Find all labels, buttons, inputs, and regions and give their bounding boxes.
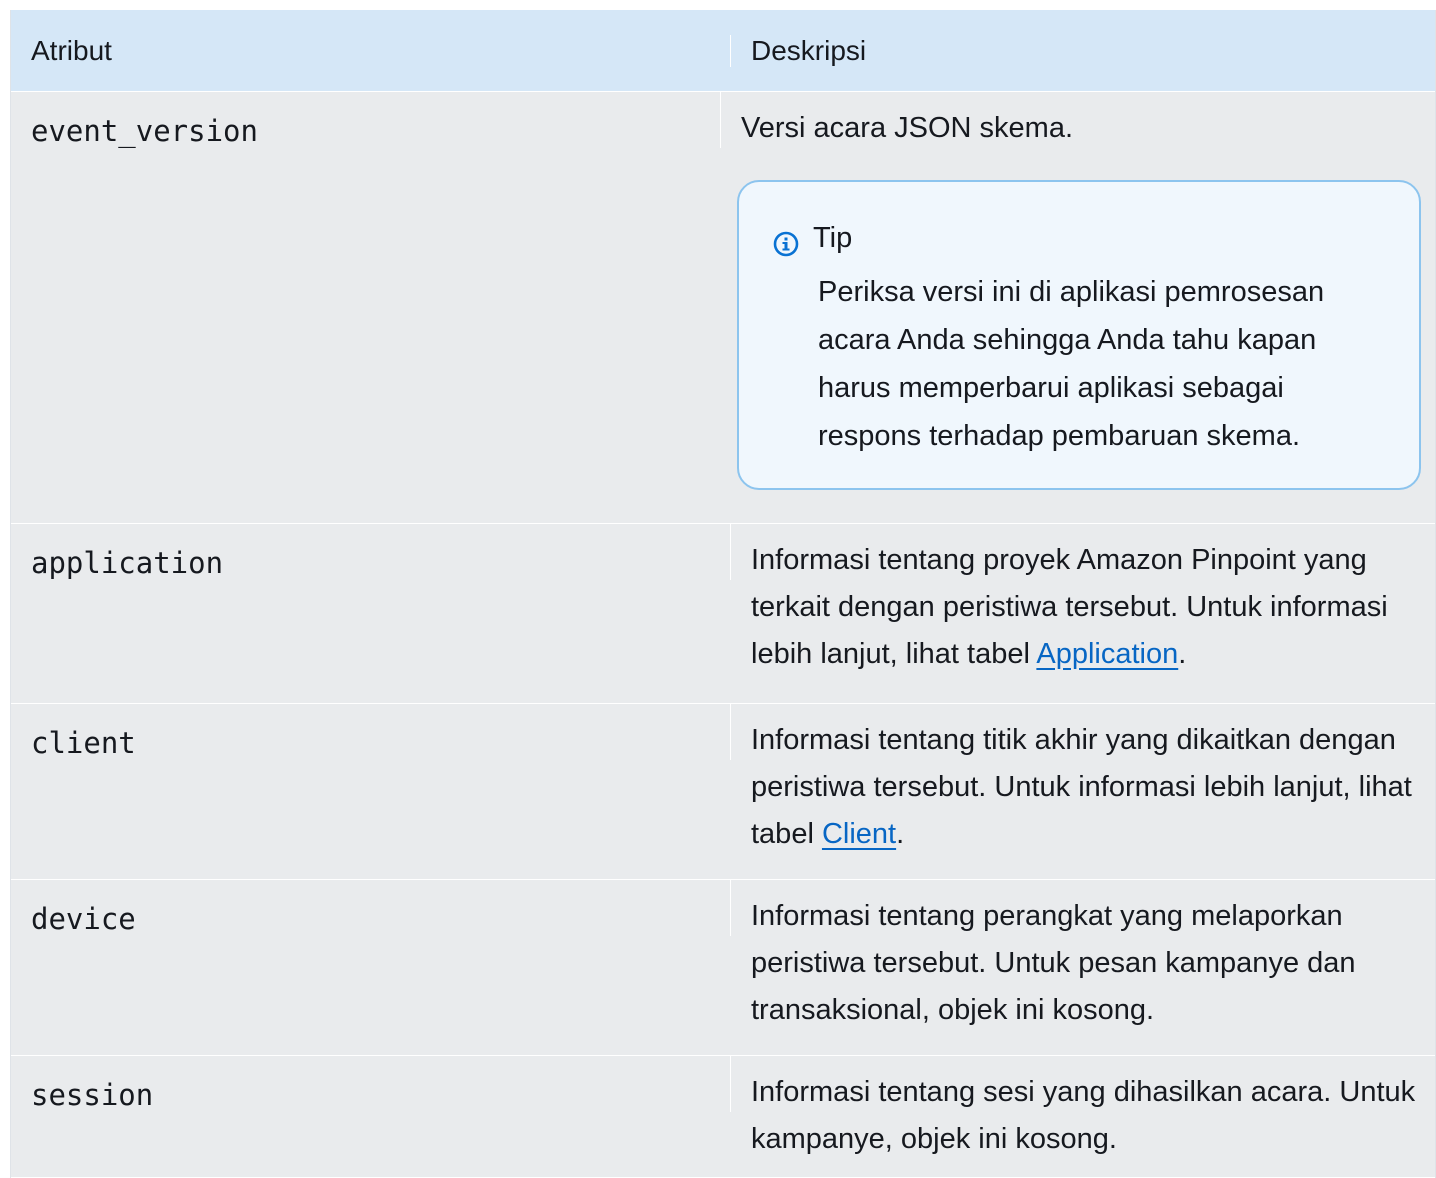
table-row: application Informasi tentang proyek Ama… — [11, 524, 1435, 704]
attribute-name: application — [11, 524, 731, 580]
attributes-table: Atribut Deskripsi event_version Versi ac… — [10, 10, 1436, 1178]
client-table-link[interactable]: Client — [822, 818, 896, 850]
attribute-description: Informasi tentang perangkat yang melapor… — [751, 900, 1356, 1026]
column-header-attribute: Atribut — [11, 34, 731, 67]
attribute-description: Informasi tentang titik akhir yang dikai… — [731, 704, 1435, 858]
table-row: session Informasi tentang sesi yang diha… — [11, 1056, 1435, 1178]
attribute-name: device — [11, 880, 731, 936]
attribute-name: client — [11, 704, 731, 760]
attribute-description: Versi acara JSON skema. Tip Periksa vers… — [721, 92, 1435, 490]
info-icon — [773, 225, 799, 257]
attribute-name: event_version — [11, 92, 721, 148]
attribute-description: Informasi tentang sesi yang dihasilkan a… — [751, 1076, 1416, 1155]
table-row: event_version Versi acara JSON skema. Ti — [11, 92, 1435, 524]
attribute-description: Informasi tentang proyek Amazon Pinpoint… — [731, 524, 1435, 678]
description-suffix: . — [896, 818, 905, 850]
tip-text: Periksa versi ini di aplikasi pemrosesan… — [818, 276, 1325, 452]
description-suffix: . — [1178, 638, 1187, 670]
description-text: Versi acara JSON skema. — [741, 112, 1073, 144]
column-header-description: Deskripsi — [751, 34, 867, 66]
tip-box: Tip Periksa versi ini di aplikasi pemros… — [737, 180, 1421, 490]
table-header: Atribut Deskripsi — [11, 10, 1435, 92]
tip-header: Tip — [773, 216, 1389, 260]
table-row: device Informasi tentang perangkat yang … — [11, 880, 1435, 1056]
attribute-name: session — [11, 1056, 731, 1112]
tip-title: Tip — [813, 221, 853, 254]
application-table-link[interactable]: Application — [1036, 638, 1178, 670]
table-row: client Informasi tentang titik akhir yan… — [11, 704, 1435, 880]
